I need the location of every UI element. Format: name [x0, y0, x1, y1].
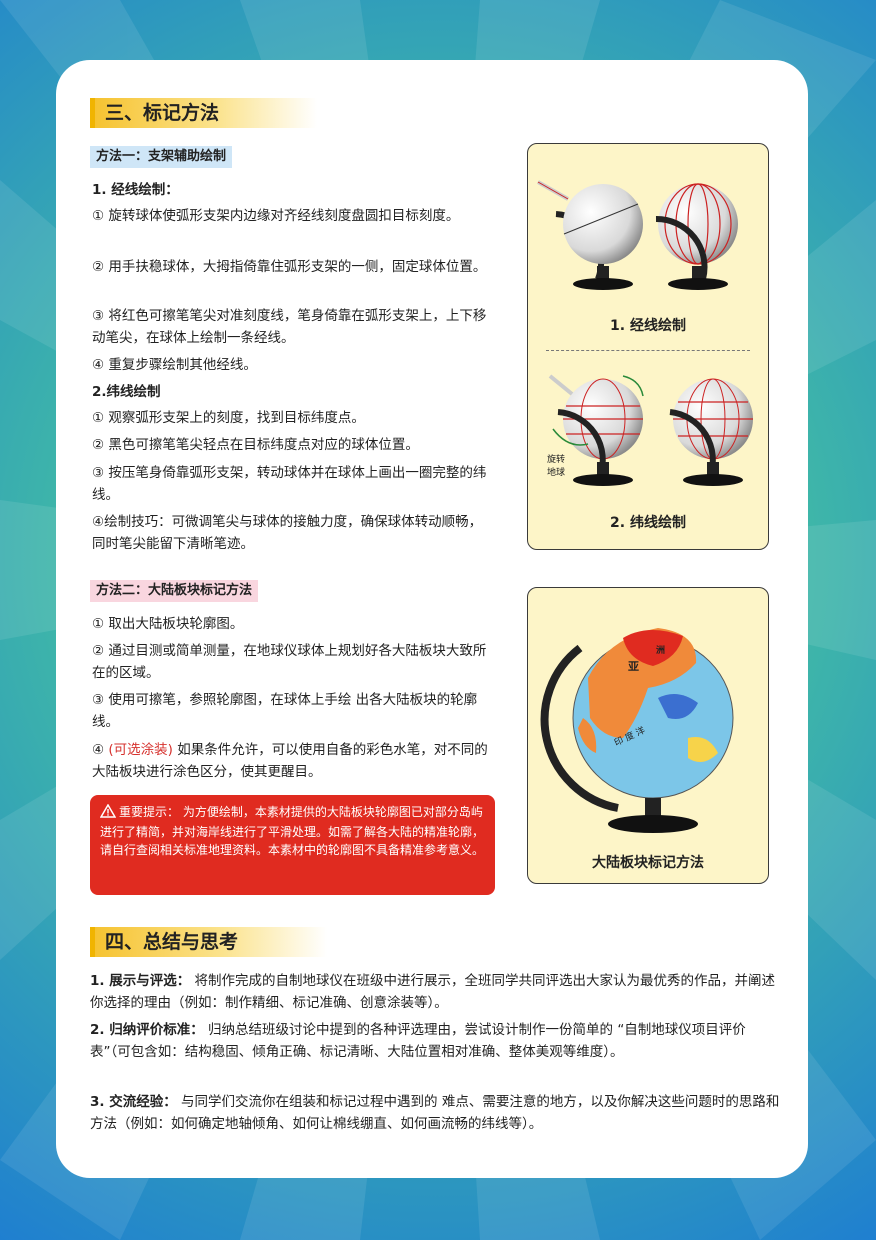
summary-item-1-label: 1. 展示与评选： [90, 973, 191, 989]
continent-illustration-panel: 亚 洲 印 度 洋 大陆板块标记方法 [527, 587, 769, 884]
summary-item-3: 3. 交流经验： 与同学们交流你在组装和标记过程中遇到的 难点、需要注意的地方，… [90, 1091, 780, 1135]
method-1-tag: 方法一：支架辅助绘制 [90, 146, 233, 168]
meridian-step-2: ② 用手扶稳球体，大拇指倚靠住弧形支架的一侧，固定球体位置。 [92, 259, 487, 275]
summary-item-3-label: 3. 交流经验： [90, 1094, 177, 1110]
summary-item-1-text: 将制作完成的自制地球仪在班级中进行展示，全班同学共同评选出大家认为最优秀的作品，… [90, 973, 776, 1011]
rotate-label-1: 旋转 [547, 453, 565, 465]
summary-item-2: 2. 归纳评价标准： 归纳总结班级讨论中提到的各种评选理由，尝试设计制作一份简单… [90, 1019, 780, 1063]
rotate-label-2: 地球 [547, 466, 565, 478]
globe-parallels-right-icon [669, 378, 753, 486]
section-4-title: 四、总结与思考 [90, 927, 327, 957]
caption-meridian: 1. 经线绘制 [610, 317, 686, 334]
summary-item-3-text: 与同学们交流你在组装和标记过程中遇到的 难点、需要注意的地方，以及你解决这些问题… [90, 1094, 780, 1132]
parallel-step-2: ② 黑色可擦笔笔尖轻点在目标纬度点对应的球体位置。 [92, 437, 419, 453]
method-1-sub1-title: 1. 经线绘制： [92, 182, 179, 198]
parallel-step-4: ④绘制技巧：可微调笔尖与球体的接触力度，确保球体转动顺畅，同时笔尖能留下清晰笔迹… [92, 514, 483, 552]
continent-globe-icon: 亚 洲 印 度 洋 大陆板块标记方法 [540, 628, 734, 871]
caption-parallel: 2. 纬线绘制 [610, 514, 686, 531]
map-label-asia2: 洲 [656, 645, 665, 656]
section-3-title: 三、标记方法 [90, 98, 317, 128]
meridian-step-4: ④ 重复步骤绘制其他经线。 [92, 357, 257, 373]
summary-item-2-label: 2. 归纳评价标准： [90, 1022, 204, 1038]
method-1-sub2-title: 2.纬线绘制 [92, 384, 161, 400]
summary-item-1: 1. 展示与评选： 将制作完成的自制地球仪在班级中进行展示，全班同学共同评选出大… [90, 970, 780, 1014]
map-label-asia: 亚 [628, 660, 639, 673]
step-4-prefix: ④ [92, 742, 109, 758]
continent-step-3: ③ 使用可擦笔，参照轮廓图，在球体上手绘 出各大陆板块的轮廓线。 [92, 692, 478, 730]
drawing-illustration-panel: 1. 经线绘制 旋转 地球 2. 纬线绘制 [527, 143, 769, 550]
continent-step-1: ① 取出大陆板块轮廓图。 [92, 616, 244, 632]
important-notice: 重要提示： 为方便绘制，本素材提供的大陆板块轮廓图已对部分岛屿进行了精简，并对海… [90, 795, 495, 895]
globe-plain-icon [537, 180, 643, 290]
caption-continent: 大陆板块标记方法 [592, 854, 704, 871]
parallel-step-1: ① 观察弧形支架上的刻度，找到目标纬度点。 [92, 410, 365, 426]
globe-illustrations: 1. 经线绘制 旋转 地球 2. 纬线绘制 [537, 180, 753, 531]
panel-divider [546, 350, 750, 351]
parallel-step-3: ③ 按压笔身倚靠弧形支架，转动球体并在球体上画出一圈完整的纬线。 [92, 465, 487, 503]
globe-meridians-icon [655, 183, 738, 290]
warning-icon [99, 803, 117, 823]
optional-painting-label: (可选涂装) [108, 742, 173, 758]
warning-label: 重要提示： [119, 805, 180, 819]
continent-step-4: ④ (可选涂装) 如果条件允许，可以使用自备的彩色水笔，对不同的大陆板块进行涂色… [92, 739, 492, 783]
meridian-step-1: ① 旋转球体使弧形支架内边缘对齐经线刻度盘圆扣目标刻度。 [92, 208, 460, 224]
method-2-tag: 方法二：大陆板块标记方法 [90, 580, 259, 602]
continent-step-2: ② 通过目测或简单测量，在地球仪球体上规划好各大陆板块大致所在的区域。 [92, 643, 487, 681]
meridian-step-3: ③ 将红色可擦笔笔尖对准刻度线，笔身倚靠在弧形支架上，上下移动笔尖，在球体上绘制… [92, 308, 487, 346]
